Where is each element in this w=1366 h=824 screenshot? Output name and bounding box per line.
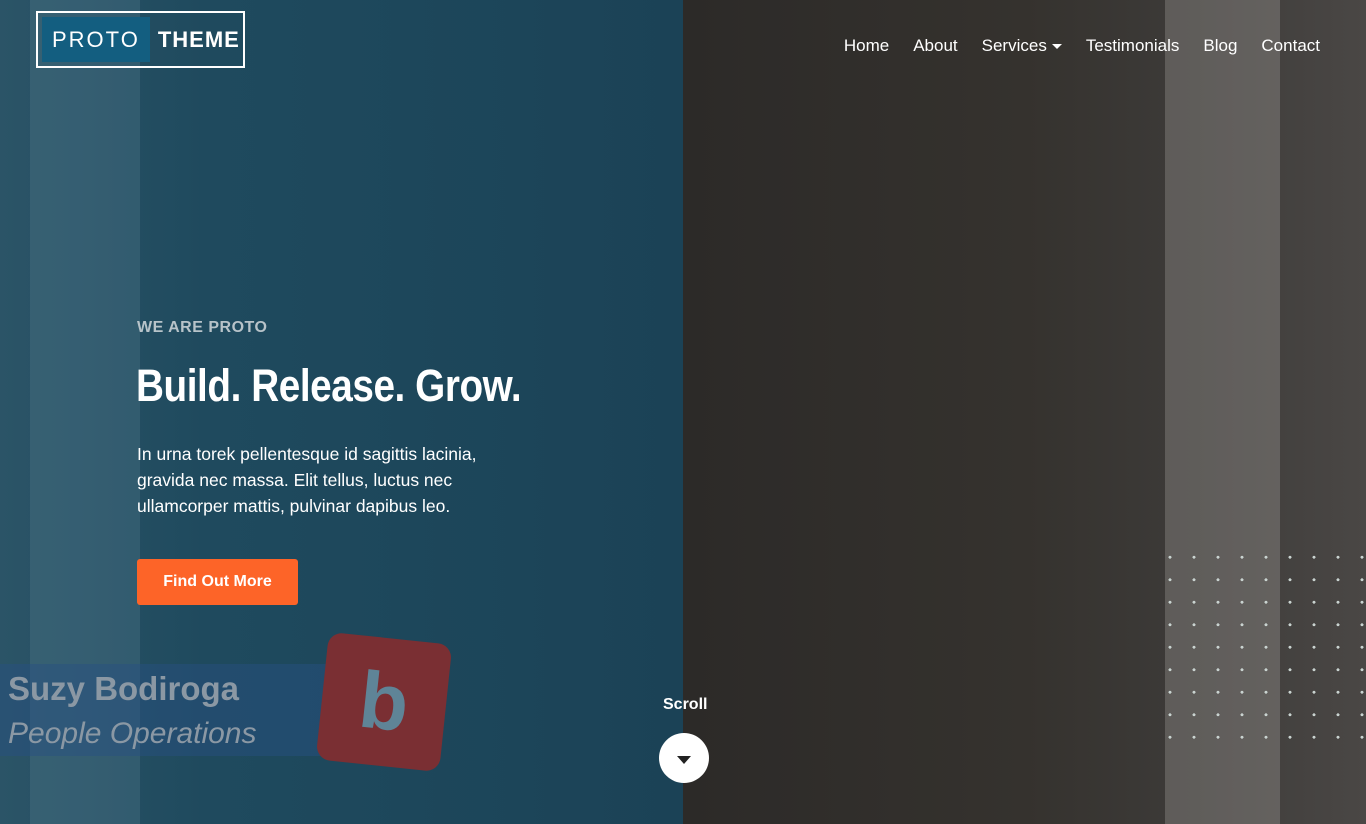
hero-title: Build. Release. Grow. [136,360,522,411]
nav-contact[interactable]: Contact [1261,36,1320,56]
find-out-more-button[interactable]: Find Out More [137,559,298,605]
nav-services[interactable]: Services [982,36,1062,56]
caption-name: Suzy Bodiroga [8,670,240,707]
site-logo[interactable]: PROTO THEME [36,11,245,68]
logo-theme: THEME [157,26,240,52]
chevron-down-icon [1051,43,1062,49]
nav-about[interactable]: About [913,36,957,56]
scroll-label: Scroll [663,696,708,713]
hero-eyebrow: WE ARE PROTO [137,319,268,336]
bold-logo-badge: b [315,631,453,773]
hero-description: In urna torek pellentesque id sagittis l… [137,444,477,516]
scroll-down-button[interactable] [659,733,709,783]
dot-pattern-decoration [1158,546,1366,746]
nav-services-label: Services [981,36,1047,55]
nav-testimonials[interactable]: Testimonials [1086,36,1180,56]
caret-down-icon [677,755,691,764]
logo-proto: PROTO [42,17,150,62]
nav-blog[interactable]: Blog [1203,36,1237,56]
caption-role: People Operations [8,717,257,750]
video-caption: Suzy Bodiroga People Operations [0,664,330,756]
nav-home[interactable]: Home [844,36,889,56]
main-nav: Home About Services Testimonials Blog Co… [844,36,1320,56]
